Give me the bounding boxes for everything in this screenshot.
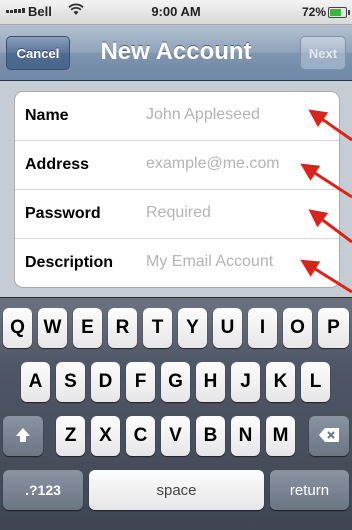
key-c[interactable]: C [126, 416, 155, 456]
key-y[interactable]: Y [178, 308, 207, 348]
key-f[interactable]: F [126, 362, 155, 402]
shift-arrow-icon [14, 426, 32, 447]
return-key[interactable]: return [270, 470, 349, 510]
description-row[interactable]: Description My Email Account [15, 239, 339, 287]
next-button[interactable]: Next [300, 36, 346, 70]
key-h[interactable]: H [196, 362, 225, 402]
key-k[interactable]: K [266, 362, 295, 402]
battery-percent: 72% [301, 5, 326, 19]
key-g[interactable]: G [161, 362, 190, 402]
password-label: Password [25, 205, 101, 222]
address-placeholder: example@me.com [146, 155, 280, 172]
key-n[interactable]: N [231, 416, 260, 456]
password-placeholder: Required [146, 204, 211, 221]
space-key[interactable]: space [89, 470, 264, 510]
name-label: Name [25, 107, 69, 124]
description-placeholder: My Email Account [146, 253, 274, 270]
key-z[interactable]: Z [56, 416, 85, 456]
navigation-bar: Cancel New Account Next [0, 25, 352, 81]
key-m[interactable]: M [266, 416, 295, 456]
name-row[interactable]: Name John Appleseed [15, 92, 339, 141]
password-row[interactable]: Password Required [15, 190, 339, 239]
numbers-key[interactable]: .?123 [3, 470, 83, 510]
address-row[interactable]: Address example@me.com [15, 141, 339, 190]
battery-icon [328, 7, 350, 18]
status-time: 9:00 AM [151, 4, 201, 19]
form-group: Name John Appleseed Address example@me.c… [14, 91, 340, 288]
backspace-icon [318, 427, 340, 446]
key-x[interactable]: X [91, 416, 120, 456]
name-field[interactable]: John Appleseed [146, 106, 332, 128]
key-p[interactable]: P [318, 308, 349, 348]
key-l[interactable]: L [301, 362, 330, 402]
account-form: Name John Appleseed Address example@me.c… [0, 81, 352, 297]
key-o[interactable]: O [283, 308, 312, 348]
key-q[interactable]: Q [3, 308, 32, 348]
address-label: Address [25, 156, 90, 173]
key-w[interactable]: W [38, 308, 67, 348]
key-b[interactable]: B [196, 416, 225, 456]
key-j[interactable]: J [231, 362, 260, 402]
description-field[interactable]: My Email Account [146, 253, 332, 275]
description-label: Description [25, 254, 114, 271]
key-i[interactable]: I [248, 308, 277, 348]
key-a[interactable]: A [21, 362, 50, 402]
key-r[interactable]: R [108, 308, 137, 348]
delete-key[interactable] [309, 416, 349, 456]
name-placeholder: John Appleseed [146, 106, 260, 123]
on-screen-keyboard: Q W E R T Y U I O P A S D F G H J K L Z … [0, 297, 352, 530]
key-s[interactable]: S [56, 362, 85, 402]
key-u[interactable]: U [213, 308, 242, 348]
key-d[interactable]: D [91, 362, 120, 402]
password-field[interactable]: Required [146, 204, 332, 226]
status-bar: Bell 9:00 AM 72% [0, 0, 352, 25]
key-v[interactable]: V [161, 416, 190, 456]
key-t[interactable]: T [143, 308, 172, 348]
address-field[interactable]: example@me.com [146, 155, 332, 177]
key-e[interactable]: E [73, 308, 102, 348]
shift-key[interactable] [3, 416, 43, 456]
